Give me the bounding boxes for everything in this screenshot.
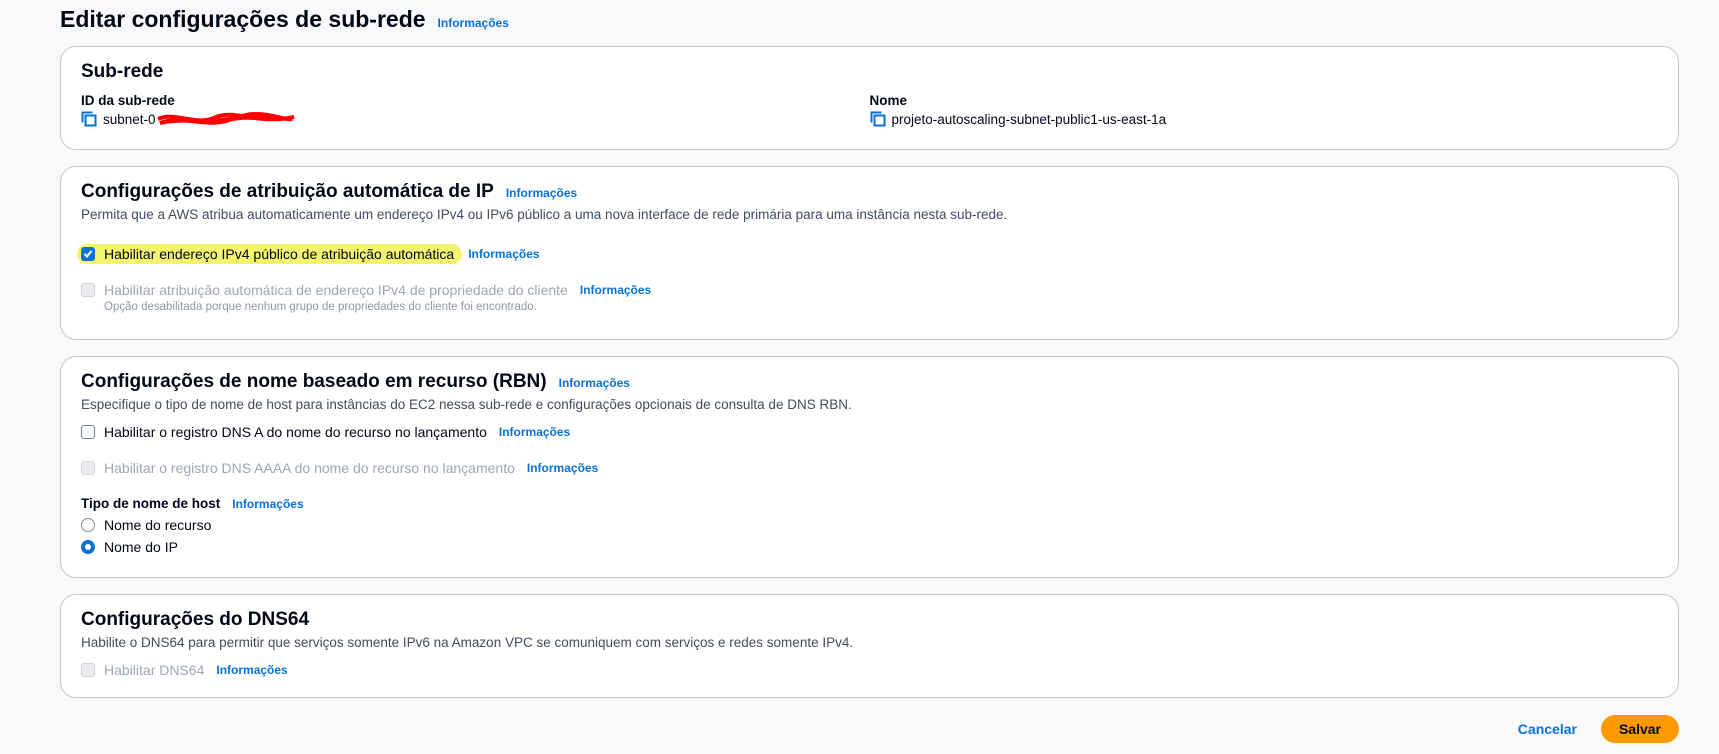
ip-auto-assign-title: Configurações de atribuição automática d…: [81, 181, 1658, 203]
form-footer: Cancelar Salvar: [1512, 715, 1679, 743]
dns64-row: Habilitar DNS64 Informações: [81, 662, 1658, 678]
dns64-panel: Configurações do DNS64 Habilite o DNS64 …: [60, 594, 1679, 698]
redaction-scribble: [156, 112, 295, 125]
hostname-type-label: Tipo de nome de host: [81, 496, 221, 511]
ip-auto-assign-info-link[interactable]: Informações: [506, 186, 577, 200]
radio-resource-name-label[interactable]: Nome do recurso: [104, 517, 211, 533]
rbn-info-link[interactable]: Informações: [559, 376, 630, 390]
subnet-id-value-row: subnet-0: [81, 111, 870, 127]
coip-auto-assign-info-link[interactable]: Informações: [580, 283, 651, 297]
radio-ip-name-label[interactable]: Nome do IP: [104, 539, 178, 555]
dns-a-checkbox[interactable]: [81, 425, 95, 439]
radio-resource-name-row[interactable]: Nome do recurso: [81, 517, 1658, 533]
dns-a-label[interactable]: Habilitar o registro DNS A do nome do re…: [104, 424, 487, 440]
ip-auto-assign-panel: Configurações de atribuição automática d…: [60, 166, 1679, 340]
ipv4-auto-assign-info-link[interactable]: Informações: [468, 247, 539, 261]
hostname-type-info-link[interactable]: Informações: [232, 497, 303, 511]
dns64-checkbox: [81, 663, 95, 677]
dns-a-info-link[interactable]: Informações: [499, 425, 570, 439]
rbn-title-text: Configurações de nome baseado em recurso…: [81, 371, 547, 392]
coip-auto-assign-checkbox: [81, 283, 95, 297]
subnet-id-block: ID da sub-rede subnet-0: [81, 93, 870, 127]
rbn-panel: Configurações de nome baseado em recurso…: [60, 356, 1679, 578]
subnet-name-block: Nome projeto-autoscaling-subnet-public1-…: [870, 93, 1659, 127]
rbn-title: Configurações de nome baseado em recurso…: [81, 371, 1658, 393]
page-header: Editar configurações de sub-rede Informa…: [60, 6, 509, 33]
coip-auto-assign-label: Habilitar atribuição automática de ender…: [104, 282, 568, 298]
subnet-panel: Sub-rede ID da sub-rede subnet-0 Nome pr…: [60, 46, 1679, 150]
subnet-id-label: ID da sub-rede: [81, 93, 175, 108]
ip-auto-assign-description: Permita que a AWS atribua automaticament…: [81, 207, 1008, 222]
page-title: Editar configurações de sub-rede: [60, 6, 426, 32]
ip-auto-assign-title-text: Configurações de atribuição automática d…: [81, 181, 494, 202]
subnet-name-value-row: projeto-autoscaling-subnet-public1-us-ea…: [870, 111, 1659, 127]
copy-icon[interactable]: [870, 111, 886, 127]
subnet-name-value: projeto-autoscaling-subnet-public1-us-ea…: [891, 111, 1167, 127]
dns64-description: Habilite o DNS64 para permitir que servi…: [81, 635, 854, 650]
radio-ip-name-row[interactable]: Nome do IP: [81, 539, 1658, 555]
subnet-id-value: subnet-0: [103, 111, 156, 127]
dns-aaaa-checkbox: [81, 461, 95, 475]
subnet-details: ID da sub-rede subnet-0 Nome projeto-aut…: [81, 93, 1658, 127]
ipv4-auto-assign-checkbox[interactable]: [81, 247, 95, 261]
radio-ip-name[interactable]: [81, 540, 95, 554]
copy-icon[interactable]: [81, 111, 97, 127]
dns-aaaa-label: Habilitar o registro DNS AAAA do nome do…: [104, 460, 515, 476]
dns64-label: Habilitar DNS64: [104, 662, 205, 678]
checkmark-icon: [83, 250, 93, 258]
ipv4-auto-assign-row: Habilitar endereço IPv4 público de atrib…: [77, 244, 1658, 264]
highlight-marker: Habilitar endereço IPv4 público de atrib…: [77, 244, 463, 264]
dns-aaaa-row: Habilitar o registro DNS AAAA do nome do…: [81, 460, 1658, 476]
dns-aaaa-info-link[interactable]: Informações: [527, 461, 598, 475]
radio-resource-name[interactable]: [81, 518, 95, 532]
cancel-button[interactable]: Cancelar: [1512, 720, 1583, 738]
hostname-type-header: Tipo de nome de host Informações: [81, 496, 1658, 511]
page-info-link[interactable]: Informações: [438, 16, 509, 30]
dns64-info-link[interactable]: Informações: [216, 663, 287, 677]
subnet-panel-title: Sub-rede: [81, 61, 164, 82]
coip-auto-assign-hint: Opção desabilitada porque nenhum grupo d…: [104, 301, 537, 313]
save-button[interactable]: Salvar: [1600, 715, 1679, 743]
ipv4-auto-assign-label[interactable]: Habilitar endereço IPv4 público de atrib…: [104, 246, 454, 262]
dns64-title: Configurações do DNS64: [81, 609, 310, 630]
rbn-description: Especifique o tipo de nome de host para …: [81, 397, 852, 412]
subnet-name-label: Nome: [869, 93, 908, 108]
coip-auto-assign-row: Habilitar atribuição automática de ender…: [81, 282, 1658, 298]
dns-a-row: Habilitar o registro DNS A do nome do re…: [81, 424, 1658, 440]
